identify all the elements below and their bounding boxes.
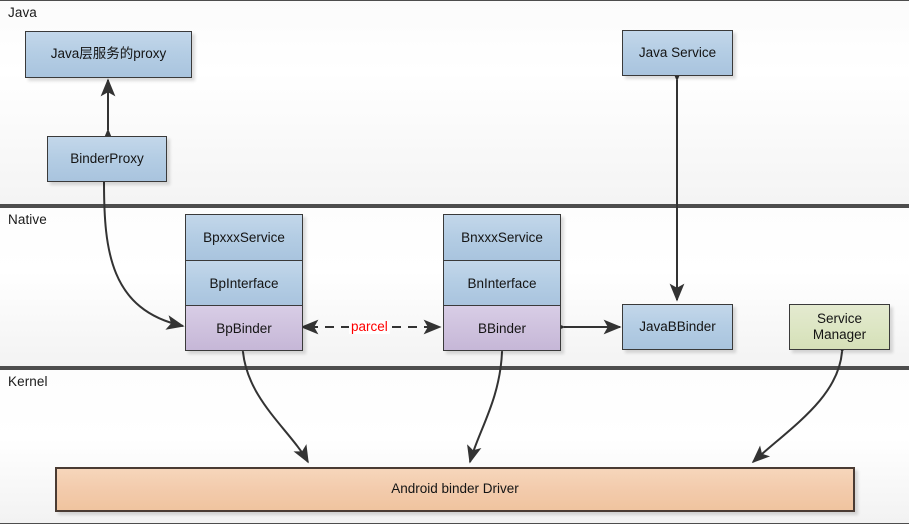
node-bpbinder[interactable]: BpBinder <box>186 305 302 350</box>
node-service-manager-label-line2: Manager <box>812 327 867 342</box>
node-java-service[interactable]: Java Service <box>622 30 733 76</box>
layer-label-kernel: Kernel <box>8 374 48 389</box>
node-android-binder-driver-label: Android binder Driver <box>391 481 519 497</box>
node-binder-proxy-label: BinderProxy <box>70 150 144 166</box>
node-java-service-label: Java Service <box>638 44 717 60</box>
node-java-layer-proxy-label: Java层服务的proxy <box>50 46 167 62</box>
node-android-binder-driver[interactable]: Android binder Driver <box>55 467 855 512</box>
node-bpinterface-label: BpInterface <box>209 275 279 291</box>
node-bpbinder-label: BpBinder <box>216 320 272 336</box>
node-javabbinder[interactable]: JavaBBinder <box>622 304 733 350</box>
binder-architecture-diagram: Java Native Kernel parcel Java层服务的proxy … <box>0 0 909 524</box>
node-bpxxxservice-label: BpxxxService <box>203 230 285 245</box>
node-javabbinder-label: JavaBBinder <box>639 318 716 334</box>
stack-bp: BpxxxService BpInterface BpBinder <box>185 214 303 351</box>
node-service-manager-label-line1: Service <box>816 310 862 326</box>
node-java-layer-proxy[interactable]: Java层服务的proxy <box>25 31 192 78</box>
node-bbinder-label: BBinder <box>477 320 527 336</box>
node-bpinterface[interactable]: BpInterface <box>186 260 302 305</box>
node-bnxxxservice-label: BnxxxService <box>461 230 543 245</box>
parcel-label: parcel <box>349 319 390 334</box>
stack-bn: BnxxxService BnInterface BBinder <box>443 214 561 351</box>
node-bnxxxservice[interactable]: BnxxxService <box>444 215 560 260</box>
layer-label-native: Native <box>8 212 47 227</box>
layer-label-java: Java <box>8 5 37 20</box>
node-bninterface-label: BnInterface <box>467 275 537 291</box>
node-service-manager[interactable]: Service Manager <box>789 304 890 350</box>
node-bbinder[interactable]: BBinder <box>444 305 560 350</box>
node-binder-proxy[interactable]: BinderProxy <box>47 136 167 182</box>
node-bninterface[interactable]: BnInterface <box>444 260 560 305</box>
node-bpxxxservice[interactable]: BpxxxService <box>186 215 302 260</box>
